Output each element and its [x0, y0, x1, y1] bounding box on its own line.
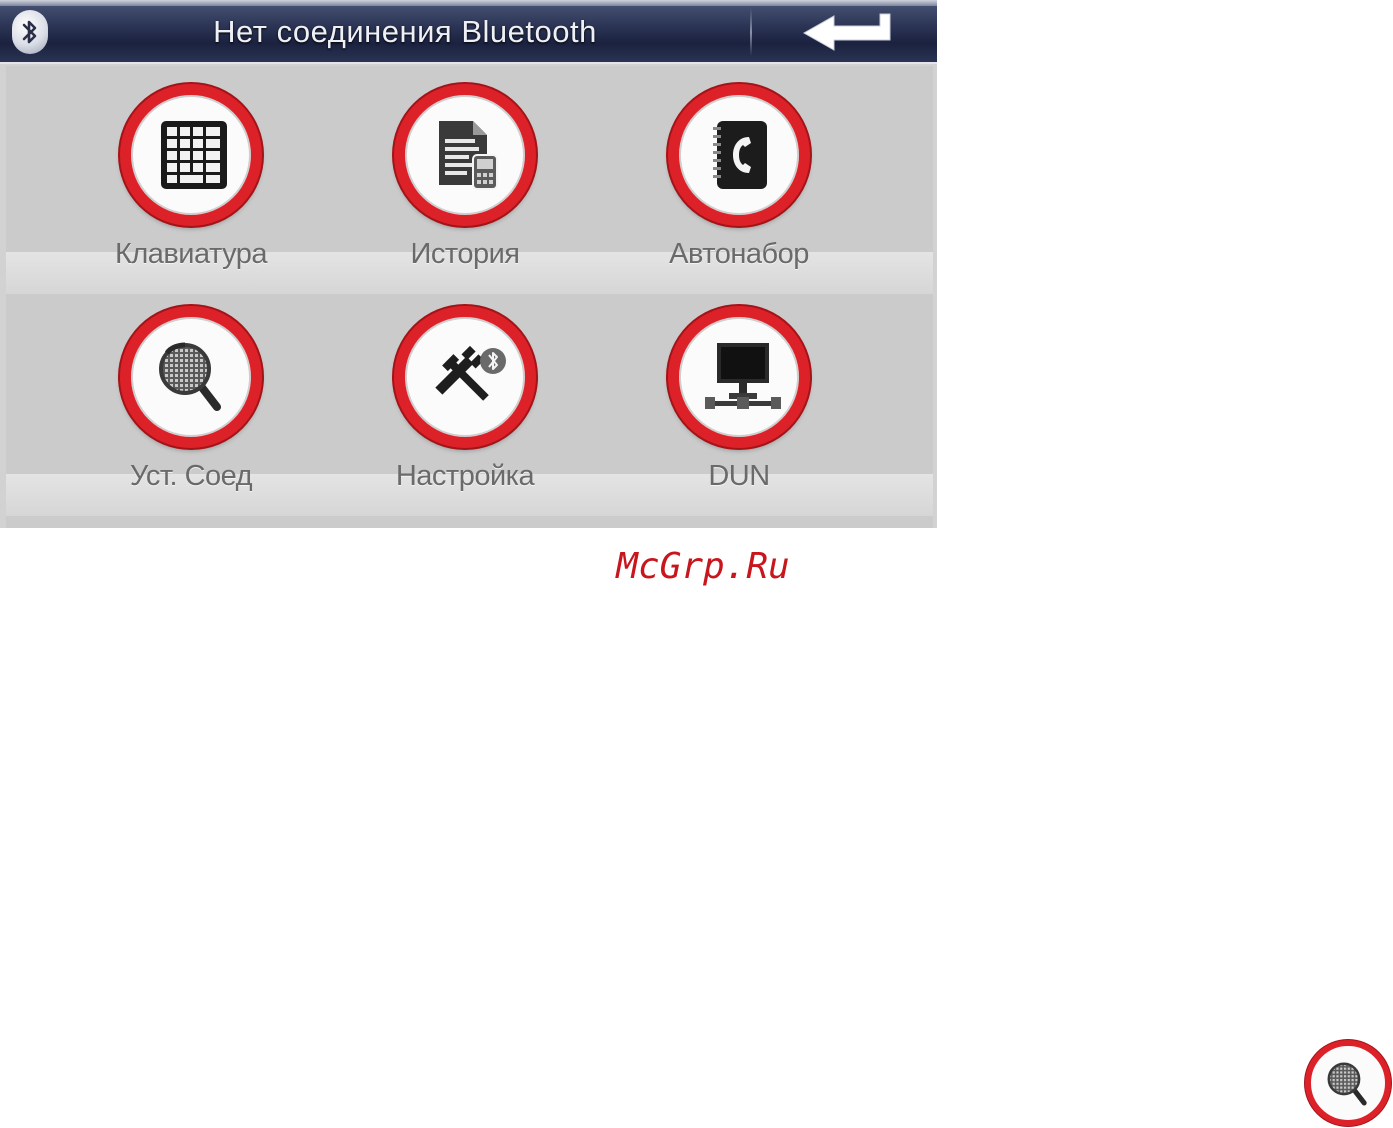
menu-item-keypad[interactable]: Клавиатура: [72, 70, 322, 285]
menu-item-label: История: [410, 238, 520, 270]
history-button[interactable]: [394, 84, 536, 226]
bluetooth-icon: [12, 10, 48, 54]
title-bar: Нет соединения Bluetooth: [0, 0, 937, 64]
call-history-icon: [439, 121, 498, 190]
watermark-text: McGrp.Ru: [616, 546, 790, 587]
settings-tools-icon: [435, 345, 506, 401]
pairing-button[interactable]: [120, 306, 262, 448]
menu-item-history[interactable]: История: [346, 70, 596, 285]
network-computer-icon: [705, 343, 781, 409]
dun-button[interactable]: [668, 306, 810, 448]
phonebook-icon: [713, 121, 767, 189]
back-arrow-icon: [802, 13, 891, 51]
connection-status-title: Нет соединения Bluetooth: [213, 14, 597, 49]
device-search-icon-small: [1305, 1040, 1391, 1126]
keypad-button[interactable]: [120, 84, 262, 226]
menu-item-label: Уст. Соед: [129, 460, 253, 492]
menu-item-pairing[interactable]: Уст. Соед: [72, 292, 322, 507]
menu-item-label: Настройка: [395, 460, 535, 492]
autodial-button[interactable]: [668, 84, 810, 226]
device-search-icon: [159, 342, 221, 411]
keypad-icon: [161, 121, 227, 189]
title-separator: [750, 8, 752, 56]
menu-item-settings[interactable]: Настройка: [346, 292, 596, 507]
bluetooth-phone-screen: Нет соединения Bluetooth Клавиатура Исто…: [0, 0, 937, 528]
menu-item-label: Клавиатура: [114, 238, 268, 270]
menu-item-autodial[interactable]: Автонабор: [620, 70, 870, 285]
settings-button[interactable]: [394, 306, 536, 448]
menu-grid: Клавиатура История Автонабор Уст. Соед Н…: [6, 66, 933, 528]
menu-item-label: DUN: [708, 460, 770, 492]
back-button[interactable]: [770, 6, 920, 58]
menu-item-label: Автонабор: [669, 238, 809, 270]
menu-item-dun[interactable]: DUN: [620, 292, 870, 507]
